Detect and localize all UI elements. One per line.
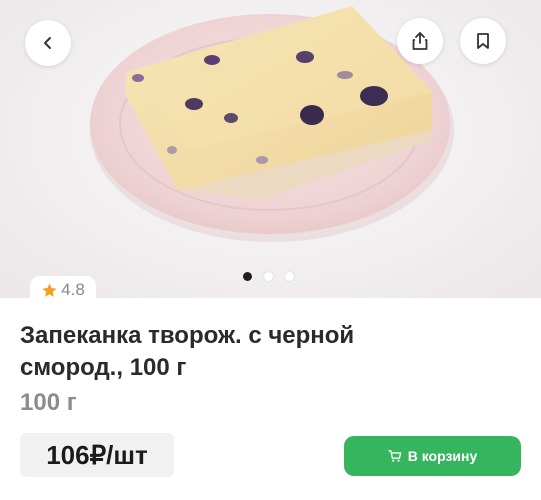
- share-icon: [412, 32, 428, 50]
- product-price: 106₽/шт: [46, 439, 148, 470]
- share-button[interactable]: [397, 18, 443, 64]
- back-button[interactable]: [25, 20, 71, 66]
- add-to-cart-button[interactable]: В корзину: [344, 436, 521, 476]
- add-to-cart-label: В корзину: [407, 448, 478, 464]
- product-image-carousel[interactable]: [0, 0, 541, 298]
- carousel-dot[interactable]: [264, 272, 273, 281]
- rating-value: 4.8: [61, 280, 85, 299]
- bookmark-button[interactable]: [460, 18, 506, 64]
- bookmark-icon: [477, 33, 489, 49]
- price-box: 106₽/шт: [20, 433, 174, 477]
- carousel-dot-active[interactable]: [243, 272, 252, 281]
- chevron-left-icon: [44, 37, 51, 49]
- product-title: Запеканка творож. с черной смород., 100 …: [20, 322, 355, 381]
- cart-icon: [387, 450, 402, 462]
- product-weight: 100 г: [20, 389, 77, 416]
- carousel-pagination: [243, 272, 294, 281]
- star-icon: [42, 282, 57, 297]
- rating-badge: 4.8: [30, 276, 96, 304]
- carousel-dot[interactable]: [285, 272, 294, 281]
